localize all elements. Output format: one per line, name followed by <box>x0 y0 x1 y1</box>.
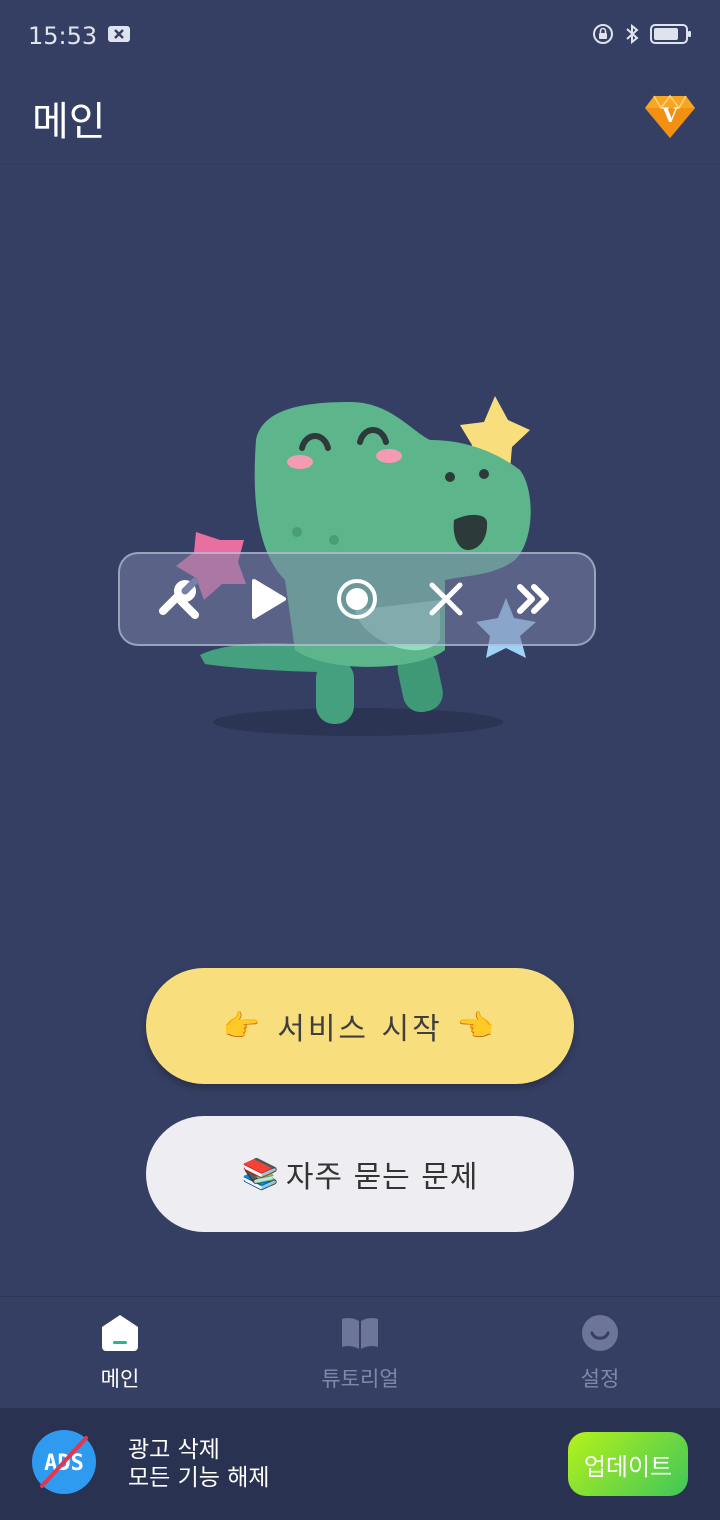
nav-label-settings: 설정 <box>580 1366 620 1391</box>
ad-line-1: 광고 삭제 <box>128 1437 220 1463</box>
smile-icon <box>580 1313 620 1357</box>
no-ads-icon: ADS <box>32 1430 96 1498</box>
pointing-left-icon: 👈 <box>456 1008 498 1044</box>
notification-close-icon <box>107 22 131 50</box>
play-icon[interactable] <box>238 569 298 629</box>
book-icon <box>340 1313 380 1357</box>
ad-text: 광고 삭제 모든 기능 해제 <box>128 1436 568 1492</box>
app-header: 메인 V <box>0 72 720 164</box>
record-icon[interactable] <box>327 569 387 629</box>
status-bar: 15:53 <box>0 0 720 72</box>
nav-item-main[interactable]: 메인 <box>0 1297 240 1408</box>
floating-control-toolbar <box>118 552 596 646</box>
ad-line-2: 모든 기능 해제 <box>128 1465 270 1491</box>
update-button[interactable]: 업데이트 <box>568 1432 688 1496</box>
fast-forward-icon[interactable] <box>505 569 565 629</box>
pointing-right-icon: 👉 <box>222 1008 264 1044</box>
status-time: 15:53 <box>28 22 98 50</box>
svg-text:V: V <box>661 103 678 127</box>
nav-label-main: 메인 <box>100 1366 140 1391</box>
battery-icon <box>650 23 692 49</box>
nav-item-settings[interactable]: 설정 <box>480 1297 720 1408</box>
bottom-navigation: 메인 튜토리얼 설정 <box>0 1296 720 1408</box>
wrench-icon[interactable] <box>149 569 209 629</box>
start-service-button[interactable]: 👉 서비스 시작 👈 <box>146 968 574 1084</box>
close-icon[interactable] <box>416 569 476 629</box>
books-icon: 📚 <box>241 1156 280 1192</box>
nav-label-tutorial: 튜토리얼 <box>321 1366 399 1391</box>
remove-ads-banner[interactable]: ADS 광고 삭제 모든 기능 해제 업데이트 <box>0 1408 720 1520</box>
nav-item-tutorial[interactable]: 튜토리얼 <box>240 1297 480 1408</box>
bluetooth-icon <box>624 23 640 49</box>
home-icon <box>100 1313 140 1357</box>
faq-label: 자주 묻는 문제 <box>285 1160 479 1195</box>
start-service-label: 서비스 시작 <box>277 1012 443 1047</box>
page-title: 메인 <box>32 98 106 145</box>
vip-diamond-icon[interactable]: V <box>644 92 696 144</box>
rotation-lock-icon <box>592 23 614 49</box>
faq-button[interactable]: 📚 자주 묻는 문제 <box>146 1116 574 1232</box>
